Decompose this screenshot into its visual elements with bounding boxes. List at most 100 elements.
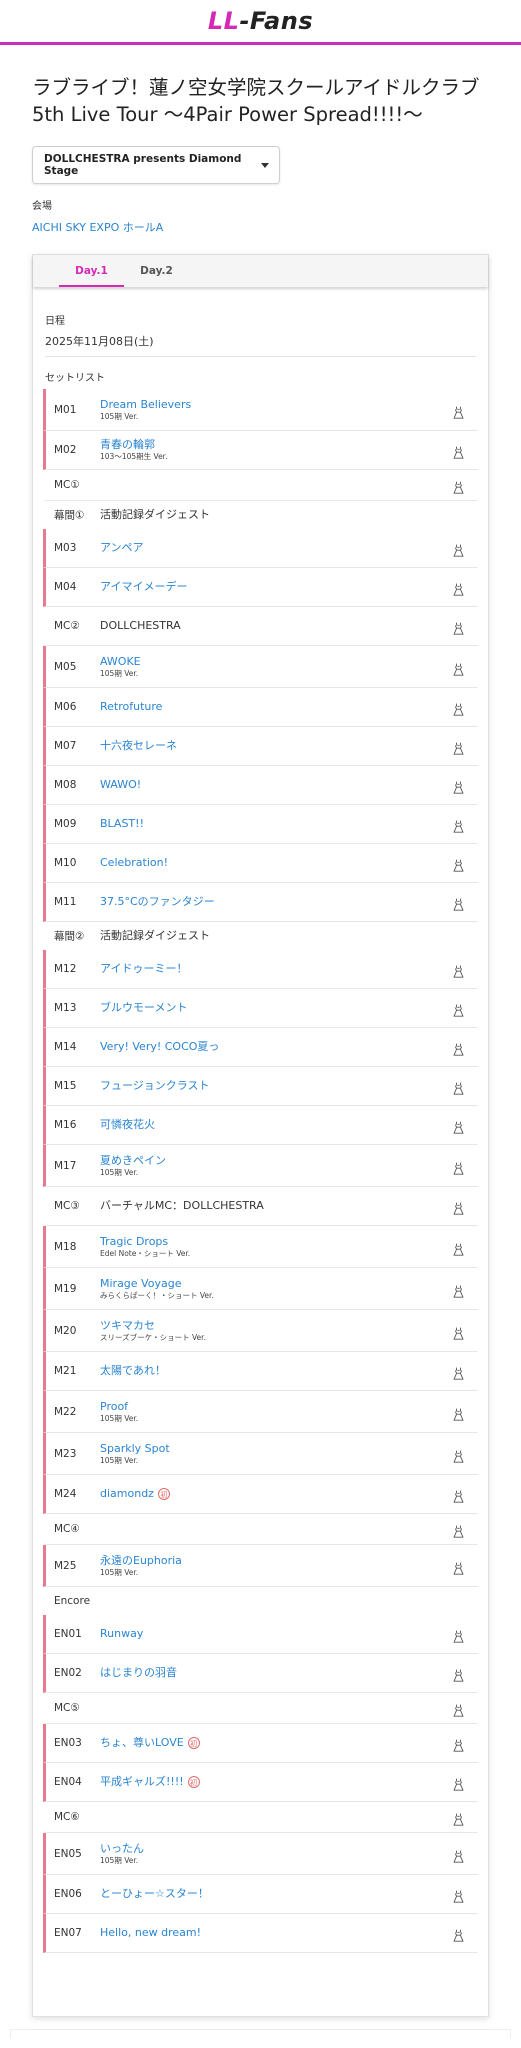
- song-title-link[interactable]: Celebration!: [100, 856, 168, 869]
- song-title-link[interactable]: Dream Believers: [100, 398, 191, 411]
- costume-dress-icon[interactable]: [453, 1041, 464, 1056]
- costume-dress-icon[interactable]: [453, 1776, 464, 1791]
- song-title-link[interactable]: ブルウモーメント: [100, 1001, 188, 1014]
- costume-dress-icon[interactable]: [453, 1488, 464, 1503]
- costume-dress-icon[interactable]: [453, 661, 464, 676]
- costume-dress-icon[interactable]: [453, 1848, 464, 1863]
- song-title-link[interactable]: 夏めきペイン: [100, 1154, 166, 1167]
- setlist-song-row: EN01 Runway: [43, 1615, 478, 1654]
- costume-dress-icon[interactable]: [453, 779, 464, 794]
- costume-dress-icon[interactable]: [453, 1365, 464, 1380]
- setlist-song-row: M01 Dream Believers 105期 Ver.: [43, 389, 478, 431]
- costume-dress-icon[interactable]: [453, 1241, 464, 1256]
- setlist-entry: BLAST!!: [100, 817, 144, 831]
- song-version: 105期 Ver.: [100, 1167, 139, 1177]
- song-title-link[interactable]: 永遠のEuphoria: [100, 1554, 182, 1567]
- song-title-link[interactable]: 37.5°Cのファンタジー: [100, 895, 215, 908]
- costume-dress-icon[interactable]: [453, 1080, 464, 1095]
- setlist-entry: 37.5°Cのファンタジー: [100, 895, 215, 909]
- setlist-entry: アイドゥーミー！: [100, 962, 187, 976]
- song-title-link[interactable]: Retrofuture: [100, 700, 162, 713]
- setlist-song-row: M19 Mirage Voyage みらくらぱーく！・ショート Ver.: [43, 1268, 478, 1310]
- song-title-link[interactable]: ちょ、尊いLOVE: [100, 1736, 184, 1749]
- stage-select[interactable]: DOLLCHESTRA presents Diamond Stage: [32, 146, 280, 184]
- setlist-song-row: M04 アイマイメーデー: [43, 568, 478, 607]
- song-title-link[interactable]: AWOKE: [100, 655, 141, 668]
- song-title-link[interactable]: 平成ギャルズ!!!!: [100, 1775, 184, 1788]
- setlist-number: M17: [54, 1159, 77, 1172]
- song-title-link[interactable]: BLAST!!: [100, 817, 144, 830]
- setlist-entry: いったん 105期 Ver.: [100, 1842, 144, 1866]
- costume-dress-icon[interactable]: [453, 620, 464, 635]
- costume-dress-icon[interactable]: [453, 542, 464, 557]
- costume-dress-icon[interactable]: [453, 857, 464, 872]
- song-title-link[interactable]: はじまりの羽音: [100, 1666, 177, 1679]
- page-title-line1: ラブライブ！蓮ノ空女学院スクールアイドルクラブ: [32, 76, 480, 99]
- song-title-link[interactable]: WAWO!: [100, 778, 141, 791]
- song-title-link[interactable]: Sparkly Spot: [100, 1442, 170, 1455]
- costume-dress-icon[interactable]: [453, 896, 464, 911]
- costume-dress-icon[interactable]: [453, 1888, 464, 1903]
- setlist-song-row: EN04 平成ギャルズ!!!! 初: [43, 1763, 478, 1802]
- song-title-link[interactable]: フュージョンクラスト: [100, 1079, 210, 1092]
- setlist-entry: Proof 105期 Ver.: [100, 1400, 138, 1424]
- song-title-link[interactable]: 太陽であれ！: [100, 1364, 166, 1377]
- song-title-link[interactable]: 十六夜セレーネ: [100, 739, 177, 752]
- song-title-link[interactable]: Mirage Voyage: [100, 1277, 181, 1290]
- song-title-link[interactable]: Hello, new dream!: [100, 1926, 201, 1939]
- costume-dress-icon[interactable]: [453, 1448, 464, 1463]
- song-title-link[interactable]: diamondz: [100, 1487, 154, 1500]
- site-logo[interactable]: LL-Fans: [208, 7, 313, 35]
- song-title-link[interactable]: ツキマカセ: [100, 1319, 155, 1332]
- costume-dress-icon[interactable]: [453, 1160, 464, 1175]
- song-title-link[interactable]: アイマイメーデー: [100, 580, 187, 593]
- costume-dress-icon[interactable]: [453, 1523, 464, 1538]
- costume-dress-icon[interactable]: [453, 1119, 464, 1134]
- setlist-song-row: M02 青春の輪郭 103〜105期生 Ver.: [43, 431, 478, 470]
- song-title-link[interactable]: Very! Very! COCO夏っ: [100, 1040, 219, 1053]
- song-title-link[interactable]: アンペア: [100, 541, 144, 554]
- setlist-entry: 十六夜セレーネ: [100, 739, 177, 753]
- setlist-number: M14: [54, 1041, 77, 1053]
- costume-dress-icon[interactable]: [453, 1325, 464, 1340]
- costume-dress-icon[interactable]: [453, 740, 464, 755]
- setlist-song-row: M25 永遠のEuphoria 105期 Ver.: [43, 1545, 478, 1587]
- setlist-song-row: M24 diamondz 初: [43, 1475, 478, 1514]
- costume-dress-icon[interactable]: [453, 1002, 464, 1017]
- costume-dress-icon[interactable]: [453, 479, 464, 494]
- costume-dress-icon[interactable]: [453, 1927, 464, 1942]
- costume-dress-icon[interactable]: [453, 581, 464, 596]
- setlist-song-row: M17 夏めきペイン 105期 Ver.: [43, 1145, 478, 1187]
- costume-dress-icon[interactable]: [453, 1406, 464, 1421]
- costume-dress-icon[interactable]: [453, 701, 464, 716]
- setlist-song-row: M14 Very! Very! COCO夏っ: [43, 1028, 478, 1067]
- song-title-link[interactable]: 青春の輪郭: [100, 438, 155, 451]
- costume-dress-icon[interactable]: [453, 1283, 464, 1298]
- costume-dress-icon[interactable]: [453, 818, 464, 833]
- venue-label: 会場: [32, 201, 52, 212]
- song-title-link[interactable]: Tragic Drops: [100, 1235, 168, 1248]
- song-title-link[interactable]: Proof: [100, 1400, 128, 1413]
- tab-day2[interactable]: Day.2: [124, 255, 189, 287]
- song-title-link[interactable]: 可憐夜花火: [100, 1118, 155, 1131]
- tab-day1[interactable]: Day.1: [59, 255, 124, 287]
- costume-dress-icon[interactable]: [453, 1200, 464, 1215]
- costume-dress-icon[interactable]: [453, 1560, 464, 1575]
- song-title-link[interactable]: Runway: [100, 1627, 143, 1640]
- song-title-link[interactable]: とーひょー☆スター！: [100, 1887, 209, 1900]
- costume-dress-icon[interactable]: [453, 963, 464, 978]
- costume-dress-icon[interactable]: [453, 404, 464, 419]
- song-version: 105期 Ver.: [100, 1855, 139, 1865]
- costume-dress-icon[interactable]: [453, 1737, 464, 1752]
- song-title-link[interactable]: アイドゥーミー！: [100, 962, 187, 975]
- costume-dress-icon[interactable]: [453, 1628, 464, 1643]
- venue-link[interactable]: AICHI SKY EXPO ホールA: [32, 219, 163, 235]
- song-title-link[interactable]: いったん: [100, 1842, 144, 1855]
- setlist-entry: とーひょー☆スター！: [100, 1887, 209, 1901]
- setlist-item-row: MC④: [43, 1514, 478, 1545]
- costume-dress-icon[interactable]: [453, 1811, 464, 1826]
- costume-dress-icon[interactable]: [453, 1702, 464, 1717]
- day-tabs: Day.1 Day.2: [33, 255, 488, 287]
- costume-dress-icon[interactable]: [453, 444, 464, 459]
- costume-dress-icon[interactable]: [453, 1667, 464, 1682]
